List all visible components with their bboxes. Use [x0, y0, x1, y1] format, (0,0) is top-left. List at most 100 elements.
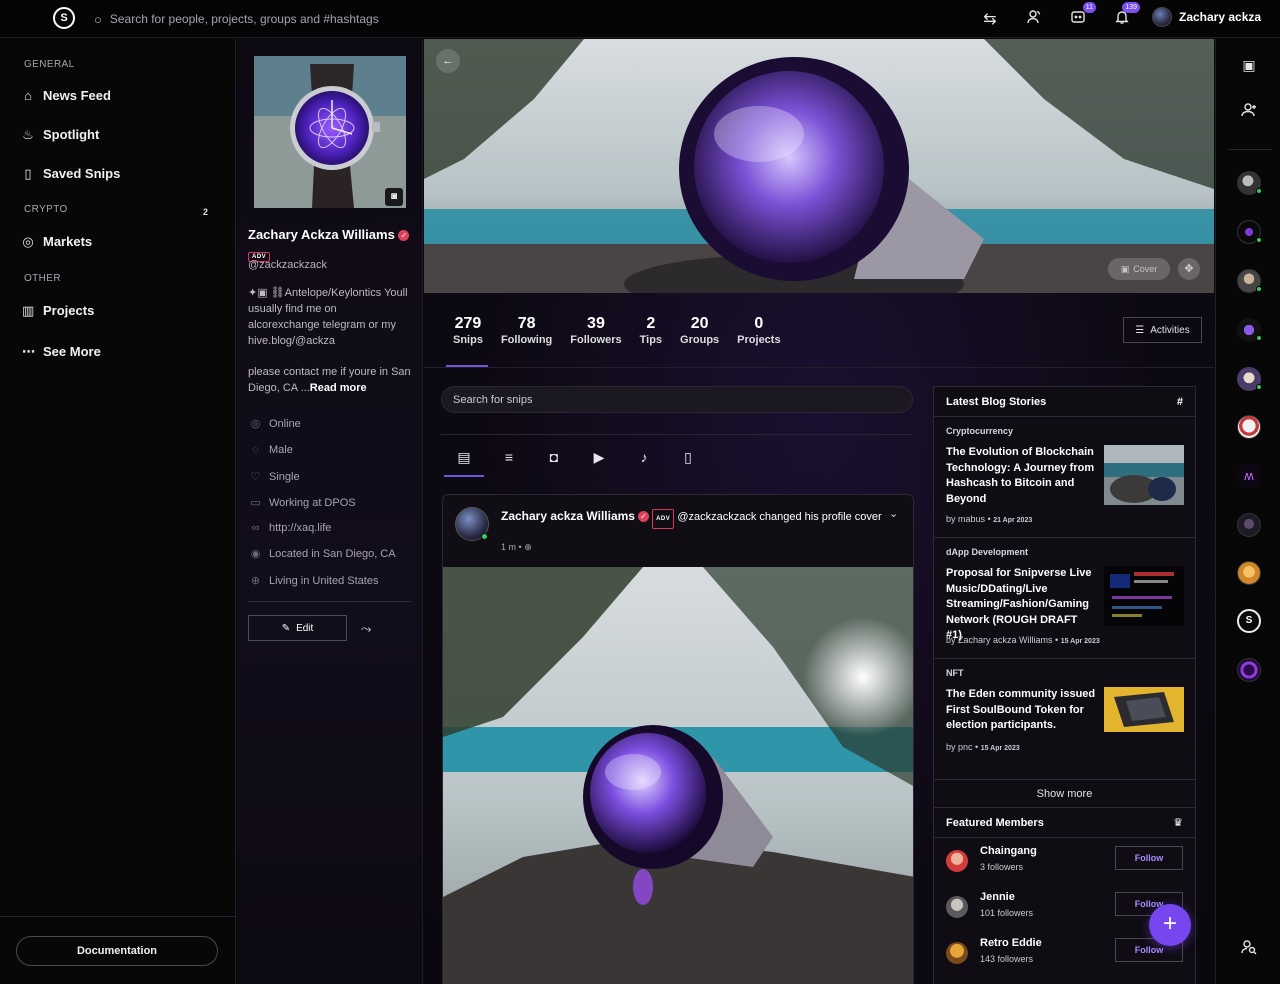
- show-more-link[interactable]: Show more: [934, 780, 1195, 808]
- stat-snips[interactable]: 279 Snips: [444, 315, 492, 346]
- filter-all-icon[interactable]: ▤: [444, 449, 484, 477]
- camera-icon[interactable]: ◙: [385, 188, 403, 206]
- blog-byline: by pnc • 15 Apr 2023: [946, 742, 1020, 752]
- list-icon: ☰: [1135, 324, 1145, 336]
- profile-bio: ✦▣ ⛓Antelope/Keylontics Youll usually fi…: [248, 287, 408, 347]
- blog-title[interactable]: The Evolution of Blockchain Technology: …: [946, 445, 1096, 507]
- stat-following[interactable]: 78 Following: [492, 315, 561, 346]
- blog-category: Cryptocurrency: [946, 426, 1014, 436]
- contact-avatar[interactable]: S: [1237, 609, 1261, 633]
- member-name[interactable]: Chaingang: [980, 845, 1037, 857]
- read-more-link[interactable]: Read more: [310, 382, 367, 394]
- add-friend-icon[interactable]: [1238, 102, 1260, 124]
- chevron-down-icon[interactable]: ⌄: [889, 507, 898, 520]
- global-search-input[interactable]: [109, 12, 490, 26]
- member-name[interactable]: Retro Eddie: [980, 937, 1042, 949]
- contact-avatar[interactable]: [1237, 658, 1261, 682]
- blog-thumbnail[interactable]: [1104, 445, 1184, 505]
- post-author[interactable]: Zachary ackza Williams: [501, 509, 635, 523]
- meta-separator: •: [518, 542, 522, 552]
- stat-groups[interactable]: 20 Groups: [671, 315, 728, 346]
- blog-title[interactable]: Proposal for Snipverse Live Music/DDatin…: [946, 566, 1096, 644]
- filter-document-icon[interactable]: ▯: [668, 449, 708, 477]
- sidebar-item-see-more[interactable]: ⋯ See More: [22, 344, 101, 359]
- documentation-button[interactable]: Documentation: [16, 936, 218, 966]
- profile-picture[interactable]: [254, 56, 406, 208]
- post-header: Zachary ackza Williams ✓ ADV @zackzackza…: [501, 508, 886, 529]
- sidebar-item-news-feed[interactable]: ⌂ News Feed: [22, 88, 111, 103]
- edit-profile-button[interactable]: ✎ Edit: [248, 615, 347, 641]
- sidebar-item-markets[interactable]: ◎ Markets: [22, 234, 92, 249]
- find-people-icon[interactable]: [1238, 939, 1260, 961]
- blog-item[interactable]: Cryptocurrency The Evolution of Blockcha…: [934, 417, 1195, 538]
- info-text: Online: [269, 418, 301, 430]
- left-sidebar: GENERAL ⌂ News Feed ♨ Spotlight ▯ Saved …: [0, 39, 236, 984]
- blog-title[interactable]: The Eden community issued First SoulBoun…: [946, 687, 1096, 734]
- move-icon[interactable]: ✥: [1178, 258, 1200, 280]
- stat-projects[interactable]: 0 Projects: [728, 315, 789, 346]
- contact-avatar[interactable]: [1237, 561, 1261, 585]
- online-indicator: [1256, 384, 1262, 390]
- stat-number: 39: [587, 315, 605, 332]
- messages-icon[interactable]: 11: [1068, 2, 1096, 29]
- back-arrow-icon[interactable]: ←: [436, 49, 460, 73]
- stat-number: 2: [646, 315, 656, 332]
- filter-photo-icon[interactable]: ◘: [534, 449, 574, 477]
- post-image[interactable]: [443, 567, 913, 984]
- filter-audio-icon[interactable]: ♪: [624, 449, 664, 477]
- follow-button[interactable]: Follow: [1115, 846, 1183, 870]
- change-cover-button[interactable]: ▣ Cover: [1108, 258, 1170, 280]
- friends-icon[interactable]: [1024, 9, 1044, 29]
- avatar[interactable]: [946, 896, 968, 918]
- markets-icon: ◎: [22, 234, 34, 249]
- blog-category: NFT: [946, 668, 964, 678]
- trending-icon[interactable]: ⤳: [361, 621, 371, 637]
- blog-item[interactable]: dApp Development Proposal for Snipverse …: [934, 538, 1195, 659]
- member-followers: 143 followers: [980, 954, 1034, 964]
- chat-add-icon[interactable]: ▣: [1238, 54, 1260, 76]
- filter-text-icon[interactable]: ≡: [489, 449, 529, 477]
- avatar[interactable]: [946, 850, 968, 872]
- sidebar-item-label: See More: [43, 344, 101, 359]
- hashtag-icon[interactable]: #: [1177, 396, 1183, 408]
- user-menu[interactable]: Zachary ackza: [1152, 7, 1261, 27]
- info-text: Located in San Diego, CA: [269, 548, 396, 560]
- user-name: Zachary ackza: [1179, 10, 1262, 24]
- sidebar-item-saved-snips[interactable]: ▯ Saved Snips: [22, 166, 120, 181]
- online-indicator: [1256, 237, 1262, 243]
- blog-author[interactable]: by pnc: [946, 742, 973, 752]
- global-search[interactable]: ○: [94, 9, 514, 29]
- online-indicator: [1256, 188, 1262, 194]
- card-header: Latest Blog Stories #: [934, 387, 1195, 417]
- contact-avatar[interactable]: [1237, 415, 1261, 439]
- info-website[interactable]: ∞ http://xaq.life: [249, 522, 332, 534]
- blog-author[interactable]: by Zachary ackza Williams: [946, 635, 1053, 645]
- snip-search[interactable]: [441, 386, 913, 413]
- filter-video-icon[interactable]: ▶: [579, 449, 619, 477]
- notifications-icon[interactable]: 139: [1112, 2, 1140, 29]
- blog-thumbnail[interactable]: [1104, 566, 1184, 626]
- pencil-icon: ✎: [281, 622, 291, 634]
- contact-avatar[interactable]: [1237, 513, 1261, 537]
- sidebar-item-spotlight[interactable]: ♨ Spotlight: [22, 127, 99, 142]
- profile-bio-more: please contact me if youre in San Diego,…: [248, 364, 413, 396]
- swap-icon[interactable]: ⇆: [980, 9, 1000, 29]
- sidebar-item-projects[interactable]: ▥ Projects: [22, 303, 94, 318]
- stat-tips[interactable]: 2 Tips: [631, 315, 671, 346]
- profile-stats: 279 Snips 78 Following 39 Followers 2 Tips 2…: [444, 315, 790, 346]
- stat-label: Projects: [737, 334, 781, 346]
- blog-author[interactable]: by mabus: [946, 514, 985, 524]
- info-text[interactable]: http://xaq.life: [269, 522, 331, 534]
- location-icon: ◉: [250, 547, 261, 560]
- blog-thumbnail[interactable]: [1104, 687, 1184, 732]
- snip-search-input[interactable]: [442, 387, 912, 412]
- app-logo[interactable]: S: [53, 7, 75, 29]
- contact-avatar[interactable]: ʍ: [1237, 464, 1261, 488]
- info-text: Single: [269, 471, 300, 483]
- activities-button[interactable]: ☰ Activities: [1123, 317, 1202, 343]
- stat-followers[interactable]: 39 Followers: [561, 315, 630, 346]
- avatar[interactable]: [946, 942, 968, 964]
- member-name[interactable]: Jennie: [980, 891, 1015, 903]
- create-post-button[interactable]: +: [1149, 904, 1191, 946]
- blog-item[interactable]: NFT The Eden community issued First Soul…: [934, 659, 1195, 780]
